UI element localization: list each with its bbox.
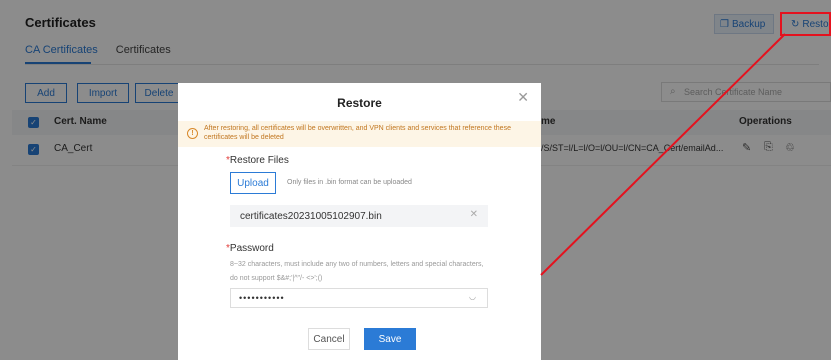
annotation-arrow-line bbox=[540, 33, 786, 276]
